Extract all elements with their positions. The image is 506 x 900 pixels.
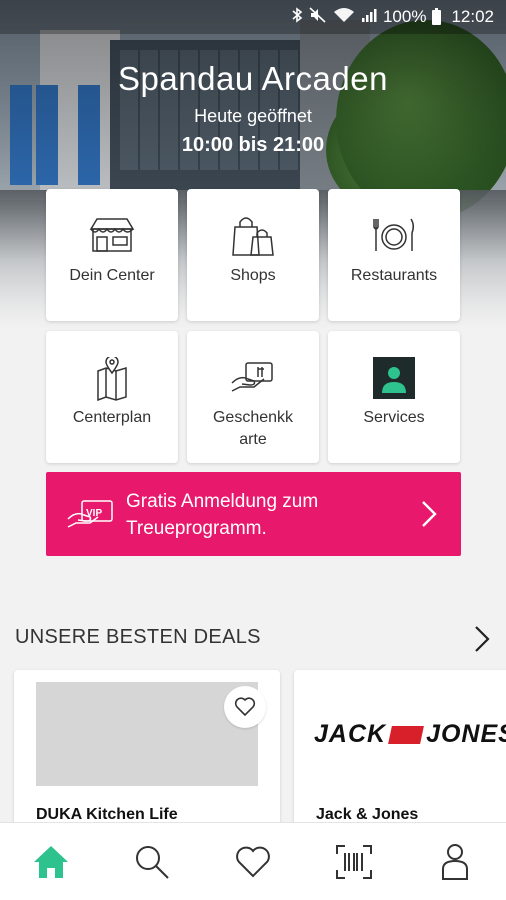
status-bar: 100% 12:02 [0,0,506,34]
signal-icon [361,7,377,27]
loyalty-banner-text: Gratis Anmeldung zum Treueprogramm. [126,491,319,539]
deal-card[interactable]: DUKA Kitchen Life [14,670,280,840]
deals-section-title: UNSERE BESTEN DEALS [15,626,261,648]
center-name: Spandau Arcaden [118,60,388,97]
home-icon[interactable] [26,837,76,887]
storefront-icon [46,215,178,255]
tile-label: Shops [230,267,276,284]
bottom-navigation [0,822,506,900]
search-icon[interactable] [127,837,177,887]
vip-card-icon: VIP [66,497,116,536]
deal-card[interactable]: JACKJONES Jack & Jones [294,670,506,840]
barcode-scan-icon[interactable] [329,837,379,887]
tile-shops[interactable]: Shops [187,189,319,321]
tile-centerplan[interactable]: Centerplan [46,331,178,463]
tile-restaurants[interactable]: Restaurants [328,189,460,321]
wifi-icon [333,7,355,27]
loyalty-signup-banner[interactable]: VIP Gratis Anmeldung zum Treueprogramm. [46,472,461,556]
shopping-bags-icon [187,215,319,256]
deal-image-placeholder [36,682,258,786]
svg-text:VIP: VIP [86,508,102,519]
battery-percent: 100% [382,7,427,26]
opening-hours: 10:00 bis 21:00 [181,134,325,156]
map-pin-icon [46,357,178,401]
tile-geschenkkarte[interactable]: Geschenkk arte [187,331,319,463]
jack-jones-logo: JACKJONES [314,720,506,748]
tile-label: Geschenkk arte [212,409,294,448]
chevron-right-icon [421,500,437,533]
tile-dein-center[interactable]: Dein Center [46,189,178,321]
clock: 12:02 [451,7,494,26]
person-icon[interactable] [430,837,480,887]
gift-card-icon [187,357,319,397]
plate-cutlery-icon [328,215,460,255]
mute-icon [309,7,327,27]
open-status: Heute geöffnet [194,106,312,126]
battery-icon [432,7,442,25]
tile-label: Services [363,409,425,426]
favorite-heart-icon[interactable] [224,686,266,728]
tile-label: Restaurants [350,267,438,284]
tile-label: Centerplan [72,409,152,426]
deals-more-chevron-icon[interactable] [474,625,490,658]
service-person-icon [328,357,460,399]
tile-services[interactable]: Services [328,331,460,463]
bluetooth-icon [291,7,303,27]
tile-label: Dein Center [69,267,155,284]
heart-icon[interactable] [228,837,278,887]
